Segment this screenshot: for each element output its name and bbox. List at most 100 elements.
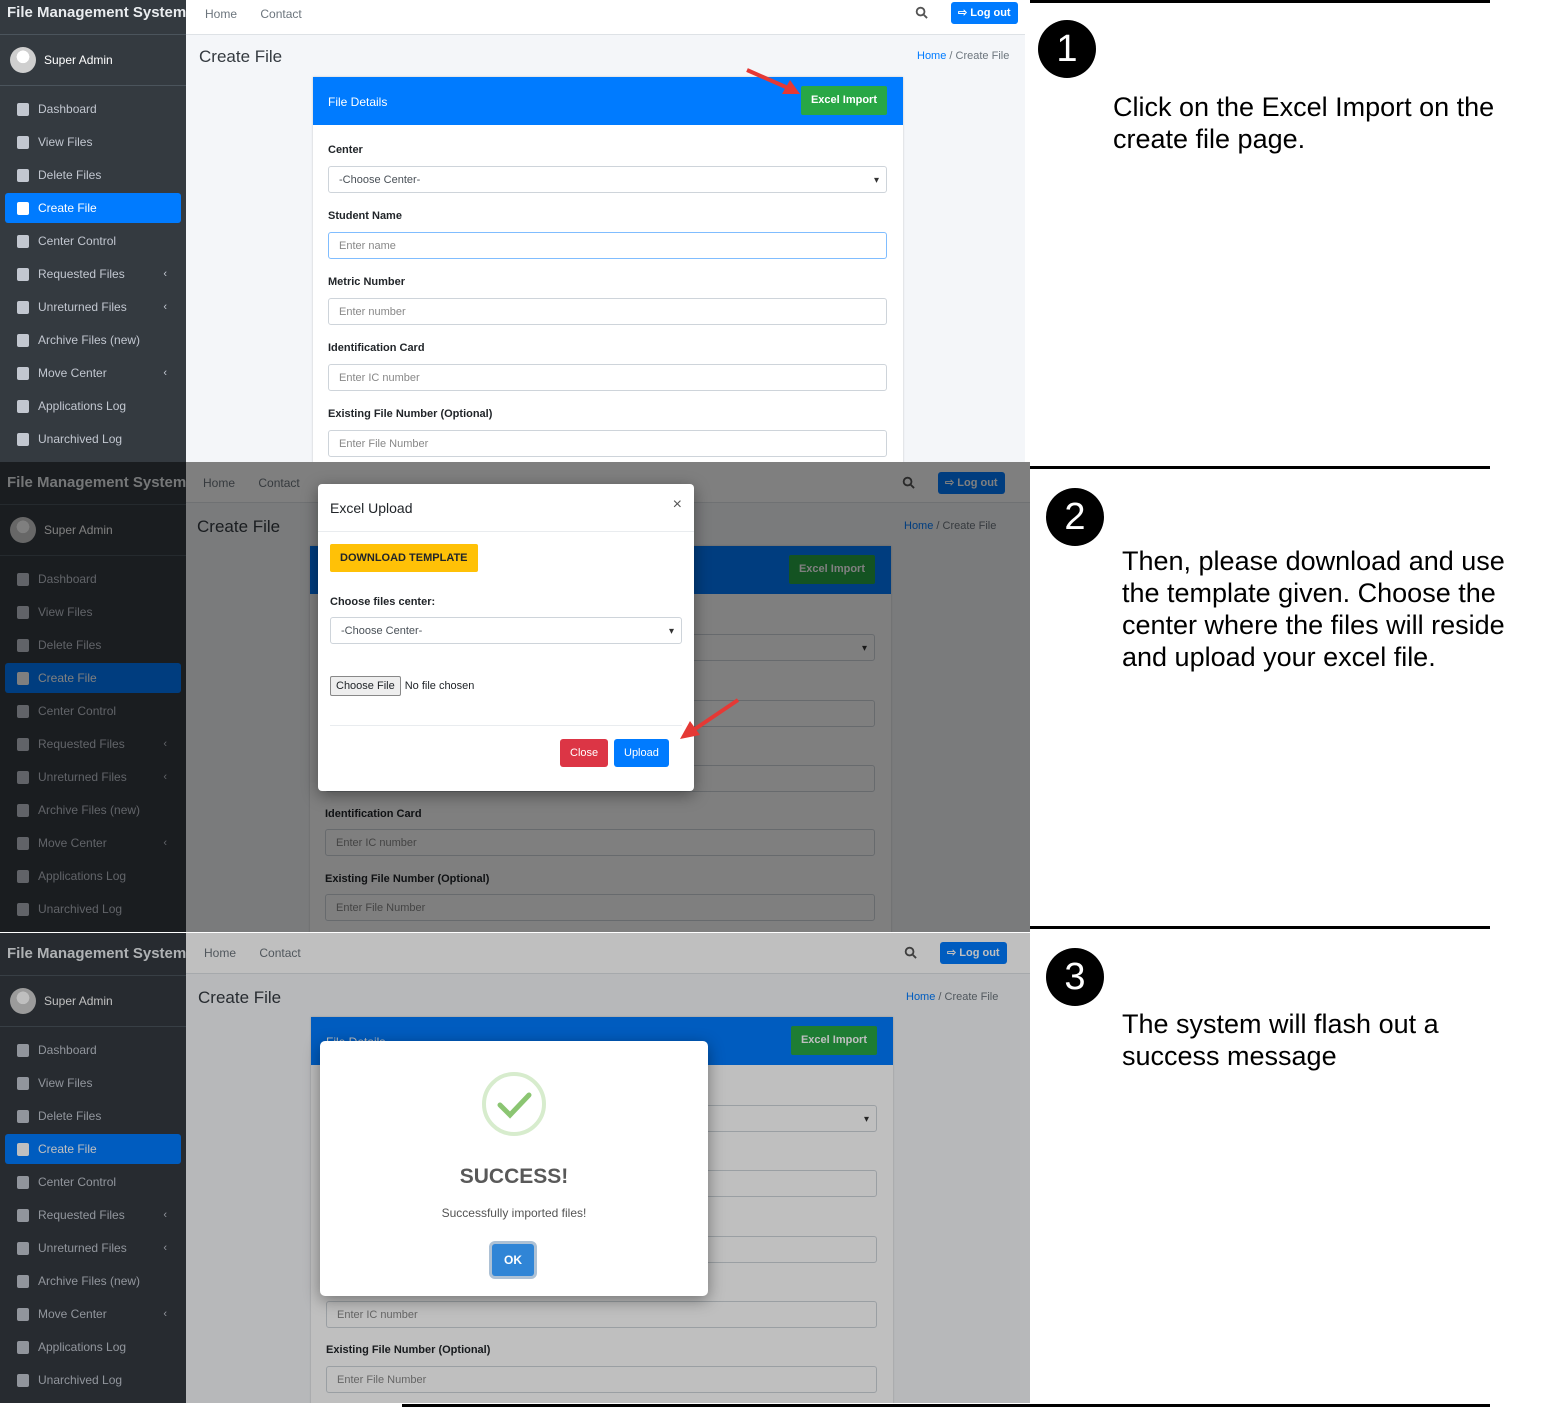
breadcrumb-home[interactable]: Home xyxy=(917,50,946,62)
chevron-left-icon: ‹ xyxy=(163,268,167,280)
red-arrow-icon xyxy=(746,68,800,94)
nav-contact-link[interactable]: Contact xyxy=(260,7,301,21)
existing-file-number-input[interactable]: Enter File Number xyxy=(328,430,887,457)
step-1: 1 Click on the Excel Import on the creat… xyxy=(1030,0,1494,462)
step-number-badge: 2 xyxy=(1046,488,1104,546)
modal-footer-divider xyxy=(330,725,682,726)
dashboard-icon xyxy=(17,102,29,116)
breadcrumb-current: Create File xyxy=(955,50,1010,62)
dolly-icon xyxy=(17,366,29,380)
choose-file-button[interactable]: Choose File xyxy=(330,676,401,696)
sidebar-item-center-control[interactable]: Center Control xyxy=(5,226,181,256)
building-icon xyxy=(17,234,29,248)
ok-button[interactable]: OK xyxy=(492,1244,534,1276)
chevron-left-icon: ‹ xyxy=(163,367,167,379)
metric-number-input[interactable]: Enter number xyxy=(328,298,887,325)
sidebar-item-label: Applications Log xyxy=(38,399,127,413)
sidebar-item-label: Dashboard xyxy=(38,102,97,116)
sidebar-item-delete-files[interactable]: Delete Files xyxy=(5,160,181,190)
divider xyxy=(1030,926,1490,929)
success-message: Successfully imported files! xyxy=(441,1206,587,1220)
sidebar-item-requested-files[interactable]: Requested Files ‹ xyxy=(5,259,181,289)
excel-import-button[interactable]: Excel Import xyxy=(800,86,887,115)
download-template-button[interactable]: DOWNLOAD TEMPLATE xyxy=(330,544,478,572)
sidebar-nav: Dashboard View Files Delete Files Create Fi… xyxy=(0,94,186,454)
step-3: 3 The system will flash out a success me… xyxy=(402,926,1490,1407)
logout-button[interactable]: ⇨ Log out xyxy=(951,2,1018,24)
metric-number-label: Metric Number xyxy=(328,276,406,288)
chevron-left-icon: ‹ xyxy=(163,301,167,313)
sidebar-item-label: Unarchived Log xyxy=(38,432,123,446)
sidebar-item-label: Center Control xyxy=(38,234,117,248)
sidebar-item-create-file[interactable]: Create File xyxy=(5,193,181,223)
identification-card-label: Identification Card xyxy=(328,342,425,354)
screenshot-success: File Management System Super Admin Dashb… xyxy=(0,933,1030,1403)
sign-out-icon: ⇨ xyxy=(958,7,971,19)
breadcrumb-separator: / xyxy=(949,50,953,62)
close-button[interactable]: Close xyxy=(560,739,609,767)
success-check-icon xyxy=(482,1072,546,1136)
divider xyxy=(402,1404,1490,1407)
step-number-badge: 3 xyxy=(1046,948,1104,1006)
student-name-input[interactable]: Enter name xyxy=(328,232,887,259)
sidebar-item-unarchived-log[interactable]: Unarchived Log xyxy=(5,424,181,454)
excel-upload-modal: Excel Upload × DOWNLOAD TEMPLATE Choose … xyxy=(318,484,694,791)
step-2: 2 Then, please download and use the temp… xyxy=(1030,466,1505,928)
sidebar-item-move-center[interactable]: Move Center ‹ xyxy=(5,358,181,388)
breadcrumb: Home / Create File xyxy=(917,50,1009,62)
sidebar-item-dashboard[interactable]: Dashboard xyxy=(5,94,181,124)
center-label: Center xyxy=(328,144,363,156)
sidebar-item-label: Move Center xyxy=(38,366,107,380)
red-arrow-icon xyxy=(680,698,740,739)
sidebar-item-label: Archive Files (new) xyxy=(38,333,141,347)
divider xyxy=(1030,466,1490,469)
modal-divider xyxy=(318,531,694,532)
choose-center-label: Choose files center: xyxy=(330,596,436,608)
upload-button[interactable]: Upload xyxy=(614,739,669,767)
sidebar-item-label: Create File xyxy=(38,201,97,215)
search-icon[interactable] xyxy=(915,6,928,19)
card-title: File Details xyxy=(328,95,388,109)
modal-title: Excel Upload xyxy=(330,500,413,516)
sidebar-item-label: Unreturned Files xyxy=(38,300,127,314)
student-name-label: Student Name xyxy=(328,210,402,222)
top-navbar: Home Contact ⇨ Log out xyxy=(186,0,1025,35)
upload-center-select[interactable]: -Choose Center- xyxy=(330,617,682,645)
user-name: Super Admin xyxy=(44,53,113,67)
clipboard-icon xyxy=(17,399,29,413)
file-details-card: File Details Excel Import Center -Choose… xyxy=(313,77,903,462)
box-open-icon xyxy=(17,432,29,446)
success-modal: SUCCESS! Successfully imported files! OK xyxy=(320,1041,708,1296)
success-title: SUCCESS! xyxy=(459,1165,569,1188)
identification-card-input[interactable]: Enter IC number xyxy=(328,364,887,391)
screenshot-create-file: File Management System Super Admin Dashb… xyxy=(0,0,1025,462)
page-title: Create File xyxy=(199,47,283,66)
avatar xyxy=(10,47,36,73)
sidebar-item-label: Requested Files xyxy=(38,267,125,281)
modal-close-icon[interactable]: × xyxy=(673,496,682,514)
sidebar-item-label: View Files xyxy=(38,135,93,149)
file-return-icon xyxy=(17,300,29,314)
file-icon xyxy=(17,201,29,215)
step-instruction: Click on the Excel Import on the create … xyxy=(1113,92,1495,154)
sidebar: File Management System Super Admin Dashb… xyxy=(0,0,186,462)
sidebar-item-unreturned-files[interactable]: Unreturned Files ‹ xyxy=(5,292,181,322)
brand[interactable]: File Management System xyxy=(0,0,186,35)
screenshot-excel-upload: File Management System Super Admin Dashb… xyxy=(0,462,1030,932)
step-instruction: The system will flash out a success mess… xyxy=(1122,1009,1439,1071)
step-number-badge: 1 xyxy=(1038,20,1096,78)
sidebar-item-view-files[interactable]: View Files xyxy=(5,127,181,157)
logout-label: Log out xyxy=(970,7,1011,19)
divider xyxy=(1030,0,1490,3)
archive-icon xyxy=(17,333,29,347)
nav-home-link[interactable]: Home xyxy=(205,7,237,21)
sidebar-item-applications-log[interactable]: Applications Log xyxy=(5,391,181,421)
user-panel[interactable]: Super Admin xyxy=(0,35,186,86)
file-icon xyxy=(17,135,29,149)
file-icon xyxy=(17,168,29,182)
no-file-text: No file chosen xyxy=(404,680,475,692)
file-picker: Choose File No file chosen xyxy=(330,676,474,696)
file-import-icon xyxy=(17,267,29,281)
center-select[interactable]: -Choose Center- xyxy=(328,166,887,194)
sidebar-item-archive-files-new[interactable]: Archive Files (new) xyxy=(5,325,181,355)
